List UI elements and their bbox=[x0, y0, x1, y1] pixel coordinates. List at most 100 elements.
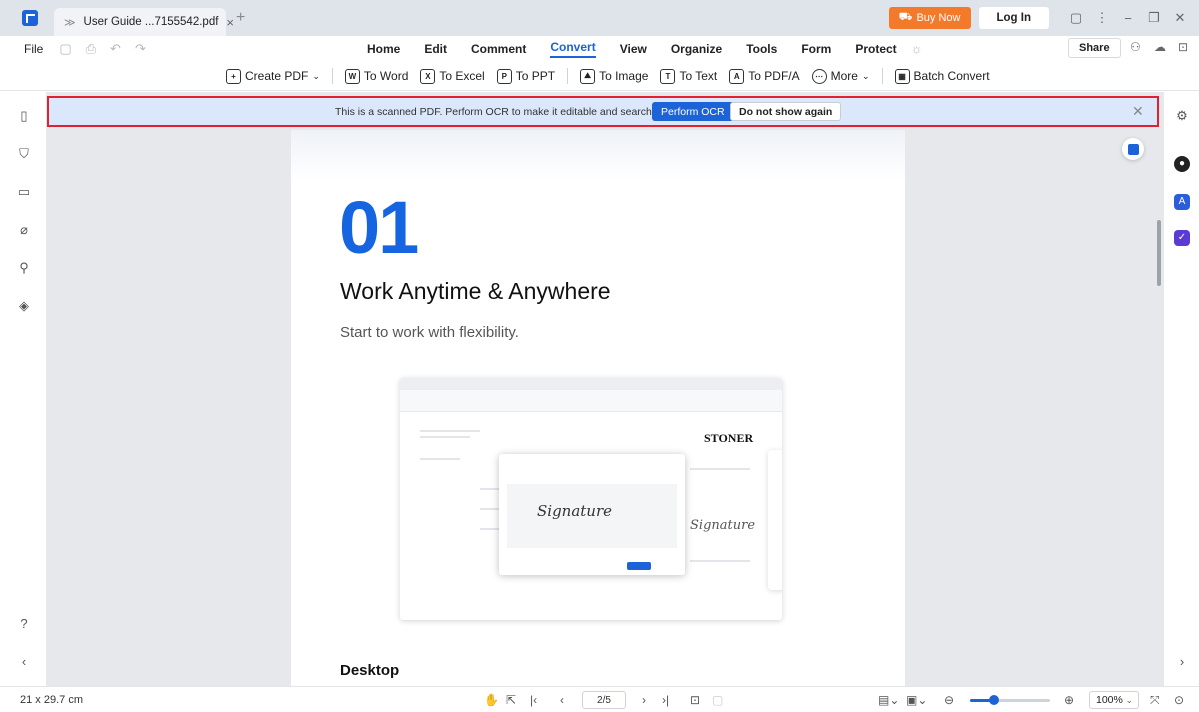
embedded-text-line bbox=[690, 468, 750, 470]
menu-form[interactable]: Form bbox=[789, 36, 843, 61]
menu-organize[interactable]: Organize bbox=[659, 36, 734, 61]
comments-icon[interactable]: ▭ bbox=[16, 184, 32, 200]
buy-now-button[interactable]: ⛟ Buy Now bbox=[888, 7, 971, 29]
file-menu[interactable]: File bbox=[24, 42, 43, 56]
embedded-text-line bbox=[420, 430, 480, 432]
to-excel-button[interactable]: X To Excel bbox=[414, 68, 490, 84]
perform-ocr-button[interactable]: Perform OCR bbox=[652, 102, 734, 121]
help-icon[interactable]: ? bbox=[16, 616, 32, 632]
collapse-right-icon[interactable]: › bbox=[1174, 654, 1190, 670]
document-canvas[interactable]: This is a scanned PDF. Perform OCR to ma… bbox=[47, 92, 1164, 686]
zoom-level-select[interactable]: 100% ⌄ bbox=[1089, 691, 1139, 709]
tab-label: User Guide ...7155542.pdf bbox=[83, 16, 219, 28]
zoom-slider[interactable] bbox=[970, 695, 1050, 705]
print-icon[interactable]: ⎙ bbox=[86, 41, 96, 57]
search-icon[interactable]: ⚲ bbox=[16, 260, 32, 276]
layers-icon[interactable]: ◈ bbox=[16, 298, 32, 314]
bookmark-icon[interactable]: ⛉ bbox=[16, 146, 32, 162]
menu-home[interactable]: Home bbox=[355, 36, 412, 61]
document-tab[interactable]: ≫ User Guide ...7155542.pdf × bbox=[54, 8, 234, 36]
ocr-banner-message: This is a scanned PDF. Perform OCR to ma… bbox=[335, 105, 675, 118]
more-button[interactable]: ⋯ More ⌄ bbox=[806, 68, 876, 84]
menu-protect[interactable]: Protect bbox=[843, 36, 908, 61]
do-not-show-again-button[interactable]: Do not show again bbox=[730, 102, 842, 121]
zoom-slider-knob[interactable] bbox=[989, 695, 999, 705]
embedded-text-line bbox=[480, 508, 500, 510]
floating-action-icon bbox=[1127, 143, 1139, 155]
menu-tools[interactable]: Tools bbox=[734, 36, 789, 61]
create-pdf-button[interactable]: + Create PDF ⌄ bbox=[220, 68, 326, 84]
ppt-icon: P bbox=[496, 68, 512, 84]
collapse-left-icon[interactable]: ‹ bbox=[16, 654, 32, 670]
save-icon[interactable]: ▢ bbox=[59, 41, 71, 57]
first-page-icon[interactable]: |‹ bbox=[530, 693, 537, 707]
attachment-icon[interactable]: ⌀ bbox=[16, 222, 32, 238]
create-pdf-icon: + bbox=[226, 68, 241, 84]
check-icon[interactable]: ✓ bbox=[1174, 230, 1190, 246]
expand-icon[interactable]: ⊡ bbox=[1178, 40, 1188, 54]
menu-bar: File ▢ ⎙ ↶ ↷ Home Edit Comment Convert V… bbox=[0, 36, 1199, 61]
menu-convert[interactable]: Convert bbox=[538, 36, 607, 61]
redo-icon[interactable]: ↷ bbox=[135, 41, 146, 57]
zoom-in-icon[interactable]: ⊕ bbox=[1064, 693, 1074, 707]
prev-page-icon[interactable]: ‹ bbox=[560, 693, 564, 707]
to-image-button[interactable]: ⛰ To Image bbox=[574, 68, 654, 84]
close-window-icon[interactable]: ✕ bbox=[1167, 10, 1193, 26]
embedded-signature: Signature bbox=[537, 502, 613, 520]
thumbnails-icon[interactable]: ▯ bbox=[16, 108, 32, 124]
to-ppt-button[interactable]: P To PPT bbox=[491, 68, 561, 84]
page-number-input[interactable]: 2/5 bbox=[582, 691, 626, 709]
vertical-scrollbar[interactable] bbox=[1157, 220, 1161, 286]
feedback-icon[interactable]: ▢ bbox=[1063, 10, 1089, 26]
login-button[interactable]: Log In bbox=[978, 7, 1049, 29]
page-number-heading: 01 bbox=[339, 186, 419, 269]
embedded-brand: STONER bbox=[704, 431, 754, 445]
fullscreen-icon[interactable]: ⤧ bbox=[1150, 693, 1160, 708]
settings-circle-icon[interactable]: ⊙ bbox=[1174, 693, 1184, 707]
to-text-button[interactable]: T To Text bbox=[654, 68, 723, 84]
title-bar: ≫ User Guide ...7155542.pdf × + ⛟ Buy No… bbox=[0, 0, 1199, 36]
word-icon: W bbox=[344, 68, 360, 84]
minimize-icon[interactable]: − bbox=[1115, 11, 1141, 26]
batch-convert-label: Batch Convert bbox=[913, 69, 990, 83]
page-layout-icon[interactable]: ▤⌄ bbox=[878, 693, 899, 707]
embedded-signature-preview: Signature bbox=[690, 518, 756, 533]
menu-edit[interactable]: Edit bbox=[412, 36, 459, 61]
floating-action-button[interactable] bbox=[1122, 138, 1144, 160]
embedded-text-line bbox=[420, 436, 470, 438]
batch-convert-button[interactable]: ▦ Batch Convert bbox=[889, 68, 996, 84]
to-pdfa-label: To PDF/A bbox=[748, 69, 800, 83]
menu-view[interactable]: View bbox=[608, 36, 659, 61]
tab-close-icon[interactable]: × bbox=[226, 15, 234, 30]
menu-home-label: Home bbox=[367, 41, 401, 56]
lightbulb-icon[interactable]: ☼ bbox=[911, 41, 923, 56]
tab-chevron-icon[interactable]: ≫ bbox=[64, 16, 76, 29]
to-word-button[interactable]: W To Word bbox=[339, 68, 414, 84]
next-page-icon[interactable]: › bbox=[642, 693, 646, 707]
banner-close-icon[interactable]: ✕ bbox=[1132, 103, 1144, 120]
to-pdfa-button[interactable]: A To PDF/A bbox=[723, 68, 805, 84]
last-page-icon[interactable]: ›| bbox=[662, 693, 669, 707]
embedded-signature-pad: Signature bbox=[507, 484, 677, 548]
menu-protect-label: Protect bbox=[855, 41, 897, 56]
ai-assistant-icon[interactable]: ● bbox=[1174, 156, 1190, 172]
hand-tool-icon[interactable]: ✋ bbox=[484, 693, 499, 707]
create-pdf-chevron-icon: ⌄ bbox=[312, 70, 320, 81]
menu-comment[interactable]: Comment bbox=[459, 36, 538, 61]
share-button[interactable]: Share bbox=[1068, 38, 1121, 58]
new-tab-icon[interactable]: + bbox=[236, 9, 245, 27]
select-tool-icon[interactable]: ⇱ bbox=[506, 693, 516, 707]
menu-view-label: View bbox=[619, 41, 647, 56]
properties-icon[interactable]: ⚙ bbox=[1174, 108, 1190, 124]
presentation-icon[interactable]: ▢ bbox=[712, 693, 723, 707]
view-mode-icon[interactable]: ▣⌄ bbox=[906, 693, 927, 707]
restore-icon[interactable]: ❐ bbox=[1141, 10, 1167, 26]
collaborate-icon[interactable]: ⚇ bbox=[1130, 40, 1141, 54]
fit-page-icon[interactable]: ⊡ bbox=[690, 693, 700, 707]
upload-cloud-icon[interactable]: ☁ bbox=[1154, 40, 1166, 54]
zoom-out-icon[interactable]: ⊖ bbox=[944, 693, 954, 707]
translate-icon[interactable]: A bbox=[1174, 194, 1190, 210]
more-options-icon[interactable]: ⋮ bbox=[1089, 10, 1115, 26]
undo-icon[interactable]: ↶ bbox=[110, 41, 121, 57]
zoom-chevron-icon: ⌄ bbox=[1125, 694, 1133, 705]
